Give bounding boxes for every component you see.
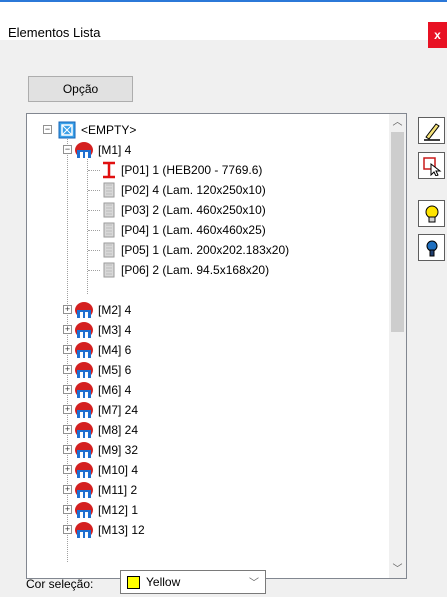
expand-icon[interactable]: +	[63, 485, 72, 494]
scroll-up-icon[interactable]: ︿	[389, 114, 406, 131]
tree-assembly-row[interactable]: + [M9] 32	[27, 440, 387, 460]
expand-icon[interactable]: +	[63, 305, 72, 314]
scroll-down-icon[interactable]: ﹀	[389, 561, 406, 578]
element-tree[interactable]: − <EMPTY> − [M1] 4 [P01] 1 (HEB200 - 776…	[26, 113, 407, 579]
expand-icon[interactable]: +	[63, 405, 72, 414]
tree-assembly-row[interactable]: + [M10] 4	[27, 460, 387, 480]
scrollbar-thumb[interactable]	[391, 132, 404, 332]
select-button[interactable]	[418, 152, 445, 179]
tree-assembly-row[interactable]: + [M6] 4	[27, 380, 387, 400]
select-cursor-icon	[423, 157, 442, 176]
lightbulb-off-icon	[426, 240, 438, 257]
tree-root-row[interactable]: − <EMPTY>	[27, 120, 387, 140]
window-title: Elementos Lista	[8, 25, 101, 40]
pencil-icon	[424, 123, 440, 141]
show-button[interactable]	[418, 200, 445, 227]
expand-icon[interactable]: +	[63, 385, 72, 394]
tree-assembly-label: [M6] 4	[98, 383, 132, 397]
expand-icon[interactable]: +	[63, 465, 72, 474]
tree-part-label: [P01] 1 (HEB200 - 7769.6)	[121, 163, 263, 177]
tree-assembly-row[interactable]: + [M13] 12	[27, 520, 387, 540]
tree-part-row[interactable]: [P03] 2 (Lam. 460x250x10)	[27, 200, 387, 220]
tree-assembly-label: [M2] 4	[98, 303, 132, 317]
tree-part-row[interactable]: [P01] 1 (HEB200 - 7769.6)	[27, 160, 387, 180]
tree-connector	[88, 170, 100, 171]
tree-root-label: <EMPTY>	[81, 123, 137, 137]
tree-assembly-row[interactable]: + [M2] 4	[27, 300, 387, 320]
collapse-icon[interactable]: −	[63, 145, 72, 154]
tree-assembly-label: [M9] 32	[98, 443, 139, 457]
tree-assembly-row[interactable]: + [M8] 24	[27, 420, 387, 440]
close-button[interactable]: x	[428, 22, 447, 48]
expand-icon[interactable]: +	[63, 345, 72, 354]
tree-content: − <EMPTY> − [M1] 4 [P01] 1 (HEB200 - 776…	[27, 114, 389, 578]
tree-connector	[88, 230, 100, 231]
tree-connector	[88, 190, 100, 191]
tree-assembly-row[interactable]: + [M7] 24	[27, 400, 387, 420]
tree-part-label: [P04] 1 (Lam. 460x460x25)	[121, 223, 266, 237]
tree-connector	[88, 210, 100, 211]
plate-icon	[102, 261, 116, 285]
expand-icon[interactable]: +	[63, 425, 72, 434]
tree-assembly-row[interactable]: + [M5] 6	[27, 360, 387, 380]
vertical-scrollbar[interactable]: ︿ ﹀	[389, 114, 406, 578]
selection-color-select[interactable]: Yellow ﹀	[120, 570, 266, 594]
tree-assembly-label: [M11] 2	[98, 483, 138, 497]
selection-color-label: Cor seleção:	[26, 577, 94, 591]
tree-part-row[interactable]: [P05] 1 (Lam. 200x202.183x20)	[27, 240, 387, 260]
tree-part-label: [P02] 4 (Lam. 120x250x10)	[121, 183, 266, 197]
tree-assembly-label: [M12] 1	[98, 503, 139, 517]
tree-assembly-label: [M10] 4	[98, 463, 139, 477]
expand-icon[interactable]: +	[63, 505, 72, 514]
selection-color-value: Yellow	[146, 575, 181, 589]
expand-icon[interactable]: +	[63, 325, 72, 334]
tree-part-row[interactable]: [P02] 4 (Lam. 120x250x10)	[27, 180, 387, 200]
expand-icon[interactable]: +	[63, 365, 72, 374]
tree-assembly-row[interactable]: + [M11] 2	[27, 480, 387, 500]
tree-assembly-label: [M1] 4	[98, 143, 132, 157]
expand-icon[interactable]: +	[63, 525, 72, 534]
tree-part-label: [P03] 2 (Lam. 460x250x10)	[121, 203, 266, 217]
tree-connector	[88, 270, 100, 271]
chevron-down-icon: ﹀	[249, 578, 259, 589]
tree-assembly-label: [M5] 6	[98, 363, 132, 377]
tree-assembly-label: [M3] 4	[98, 323, 132, 337]
tree-assembly-row[interactable]: + [M4] 6	[27, 340, 387, 360]
tree-part-row[interactable]: [P04] 1 (Lam. 460x460x25)	[27, 220, 387, 240]
tree-part-row[interactable]: [P06] 2 (Lam. 94.5x168x20)	[27, 260, 387, 280]
tree-assembly-label: [M7] 24	[98, 403, 139, 417]
tree-part-label: [P06] 2 (Lam. 94.5x168x20)	[121, 263, 270, 277]
tree-part-label: [P05] 1 (Lam. 200x202.183x20)	[121, 243, 290, 257]
expand-icon[interactable]: +	[63, 445, 72, 454]
tree-assembly-label: [M4] 6	[98, 343, 132, 357]
tree-connector	[88, 250, 100, 251]
tree-assembly-row[interactable]: + [M3] 4	[27, 320, 387, 340]
tree-assembly-row-m1[interactable]: − [M1] 4	[27, 140, 387, 160]
tree-assembly-row[interactable]: + [M12] 1	[27, 500, 387, 520]
hide-button[interactable]	[418, 234, 445, 261]
color-swatch	[127, 576, 140, 589]
assembly-icon	[73, 521, 95, 545]
tree-assembly-label: [M8] 24	[98, 423, 139, 437]
option-button[interactable]: Opção	[28, 76, 133, 102]
edit-button[interactable]	[418, 117, 445, 144]
tree-assembly-label: [M13] 12	[98, 523, 145, 537]
collapse-icon[interactable]: −	[43, 125, 52, 134]
lightbulb-on-icon	[425, 205, 439, 223]
title-bar: Elementos Lista	[0, 2, 447, 40]
